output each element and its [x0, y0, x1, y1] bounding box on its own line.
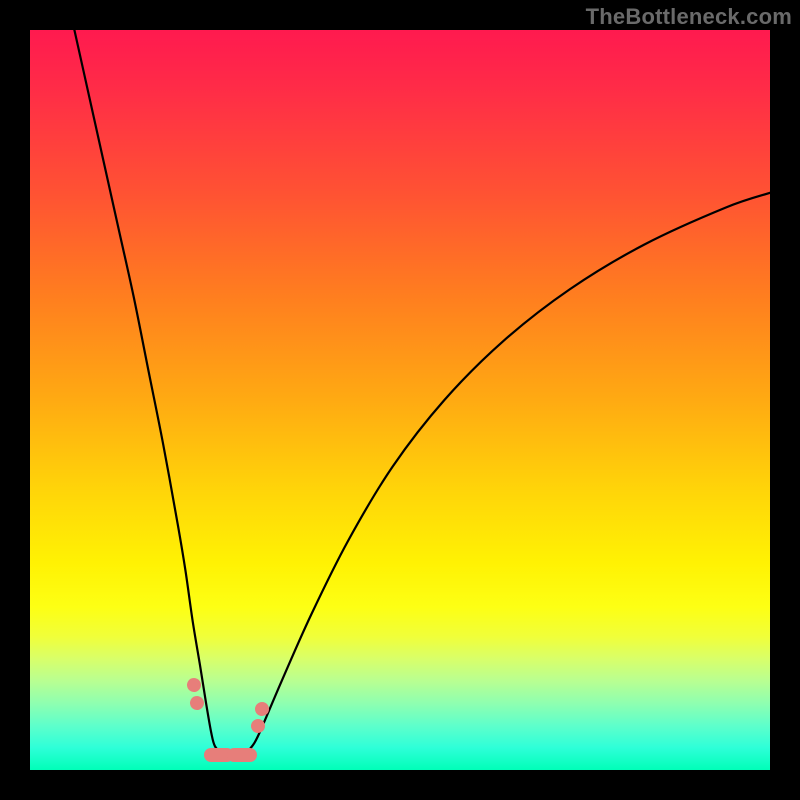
watermark-text: TheBottleneck.com [586, 4, 792, 30]
outer-frame: TheBottleneck.com [0, 0, 800, 800]
plot-area [30, 30, 770, 770]
bottleneck-curve [30, 30, 770, 770]
data-marker [227, 748, 257, 762]
